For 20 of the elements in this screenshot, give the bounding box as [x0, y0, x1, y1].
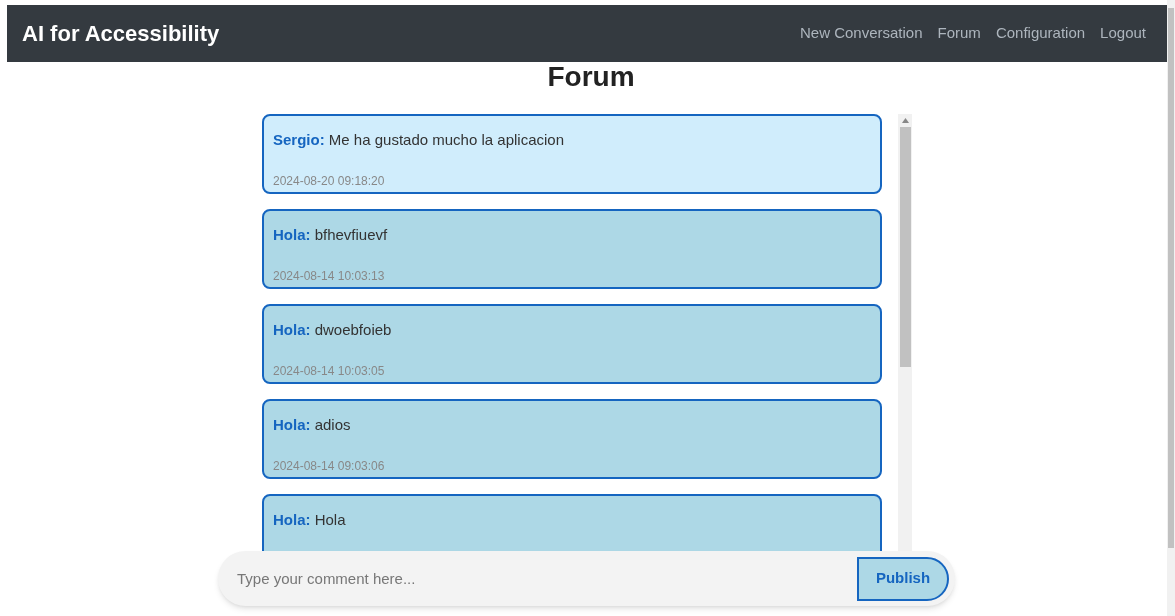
publish-button[interactable]: Publish — [857, 556, 949, 601]
brand-title[interactable]: AI for Accessibility — [22, 17, 220, 50]
scroll-up-icon[interactable] — [901, 118, 909, 123]
page-scrollbar[interactable] — [1167, 0, 1175, 616]
nav-link[interactable]: Configuration — [995, 22, 1086, 45]
post-text: Hola: dwoebfoieb — [273, 320, 393, 340]
post-text: Hola: bfhevfiuevf — [273, 225, 389, 245]
nav-link[interactable]: Forum — [937, 22, 981, 45]
nav-link[interactable]: Logout — [1100, 22, 1146, 45]
scrollbar[interactable] — [898, 114, 912, 551]
post-text: Hola: Hola — [273, 510, 347, 530]
comment-bar[interactable]: Type your comment here... Publish — [218, 551, 955, 606]
post-timestamp: 2024-08-20 09:18:20 — [273, 172, 386, 190]
post-timestamp: 2024-08-14 10:03:05 — [273, 362, 386, 380]
post-timestamp: 2024-08-14 09:03:06 — [273, 457, 386, 475]
post-text: Hola: adios — [273, 415, 352, 435]
nav-link[interactable]: New Conversation — [799, 22, 923, 45]
post-timestamp: 2024-08-14 10:03:13 — [273, 267, 386, 285]
post-text: Sergio: Me ha gustado mucho la aplicacion — [273, 130, 565, 150]
page-title: Forum — [546, 63, 636, 91]
